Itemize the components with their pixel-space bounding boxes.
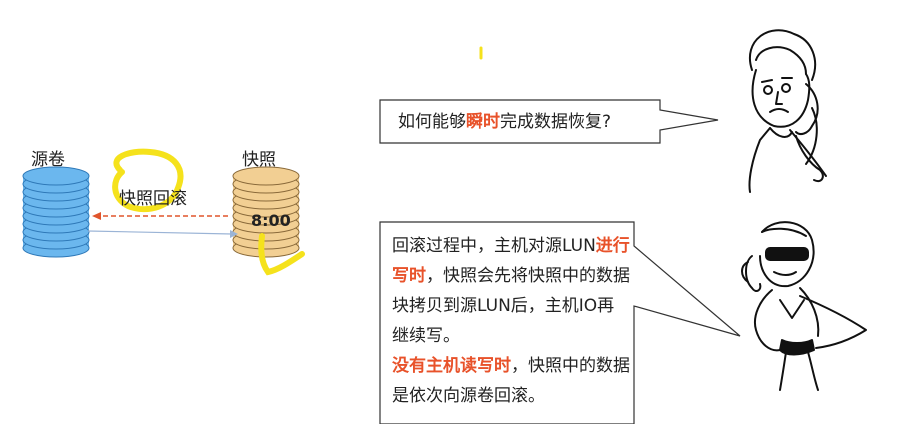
rollback-label: 快照回滚 (119, 189, 187, 209)
worried-man-illustration (748, 29, 827, 193)
question-text: 如何能够瞬时完成数据恢复? (398, 107, 611, 137)
question-text-before: 如何能够 (398, 112, 466, 132)
answer-text-seg3-highlight: 没有主机读写时 (392, 356, 511, 376)
snapshot-label: 快照 (242, 150, 276, 170)
rollback-arrow (92, 212, 228, 220)
superhero-illustration (741, 221, 867, 391)
answer-text: 回滚过程中，主机对源LUN进行写时，快照会先将快照中的数据块拷贝到源LUN后，主… (392, 231, 630, 421)
snapshot-time-label: 8:00 (251, 211, 291, 230)
source-volume-label: 源卷 (31, 150, 65, 170)
copy-arrow (87, 230, 238, 238)
source-volume-disk-icon (22, 166, 90, 258)
answer-text-seg1: 回滚过程中，主机对源LUN (392, 236, 596, 256)
answer-text-seg2: ，快照会先将快照中的数据块拷贝到源LUN后，主机IO再继续写。 (392, 266, 630, 346)
question-text-after: 完成数据恢复? (500, 112, 612, 132)
question-text-highlight: 瞬时 (466, 112, 500, 132)
